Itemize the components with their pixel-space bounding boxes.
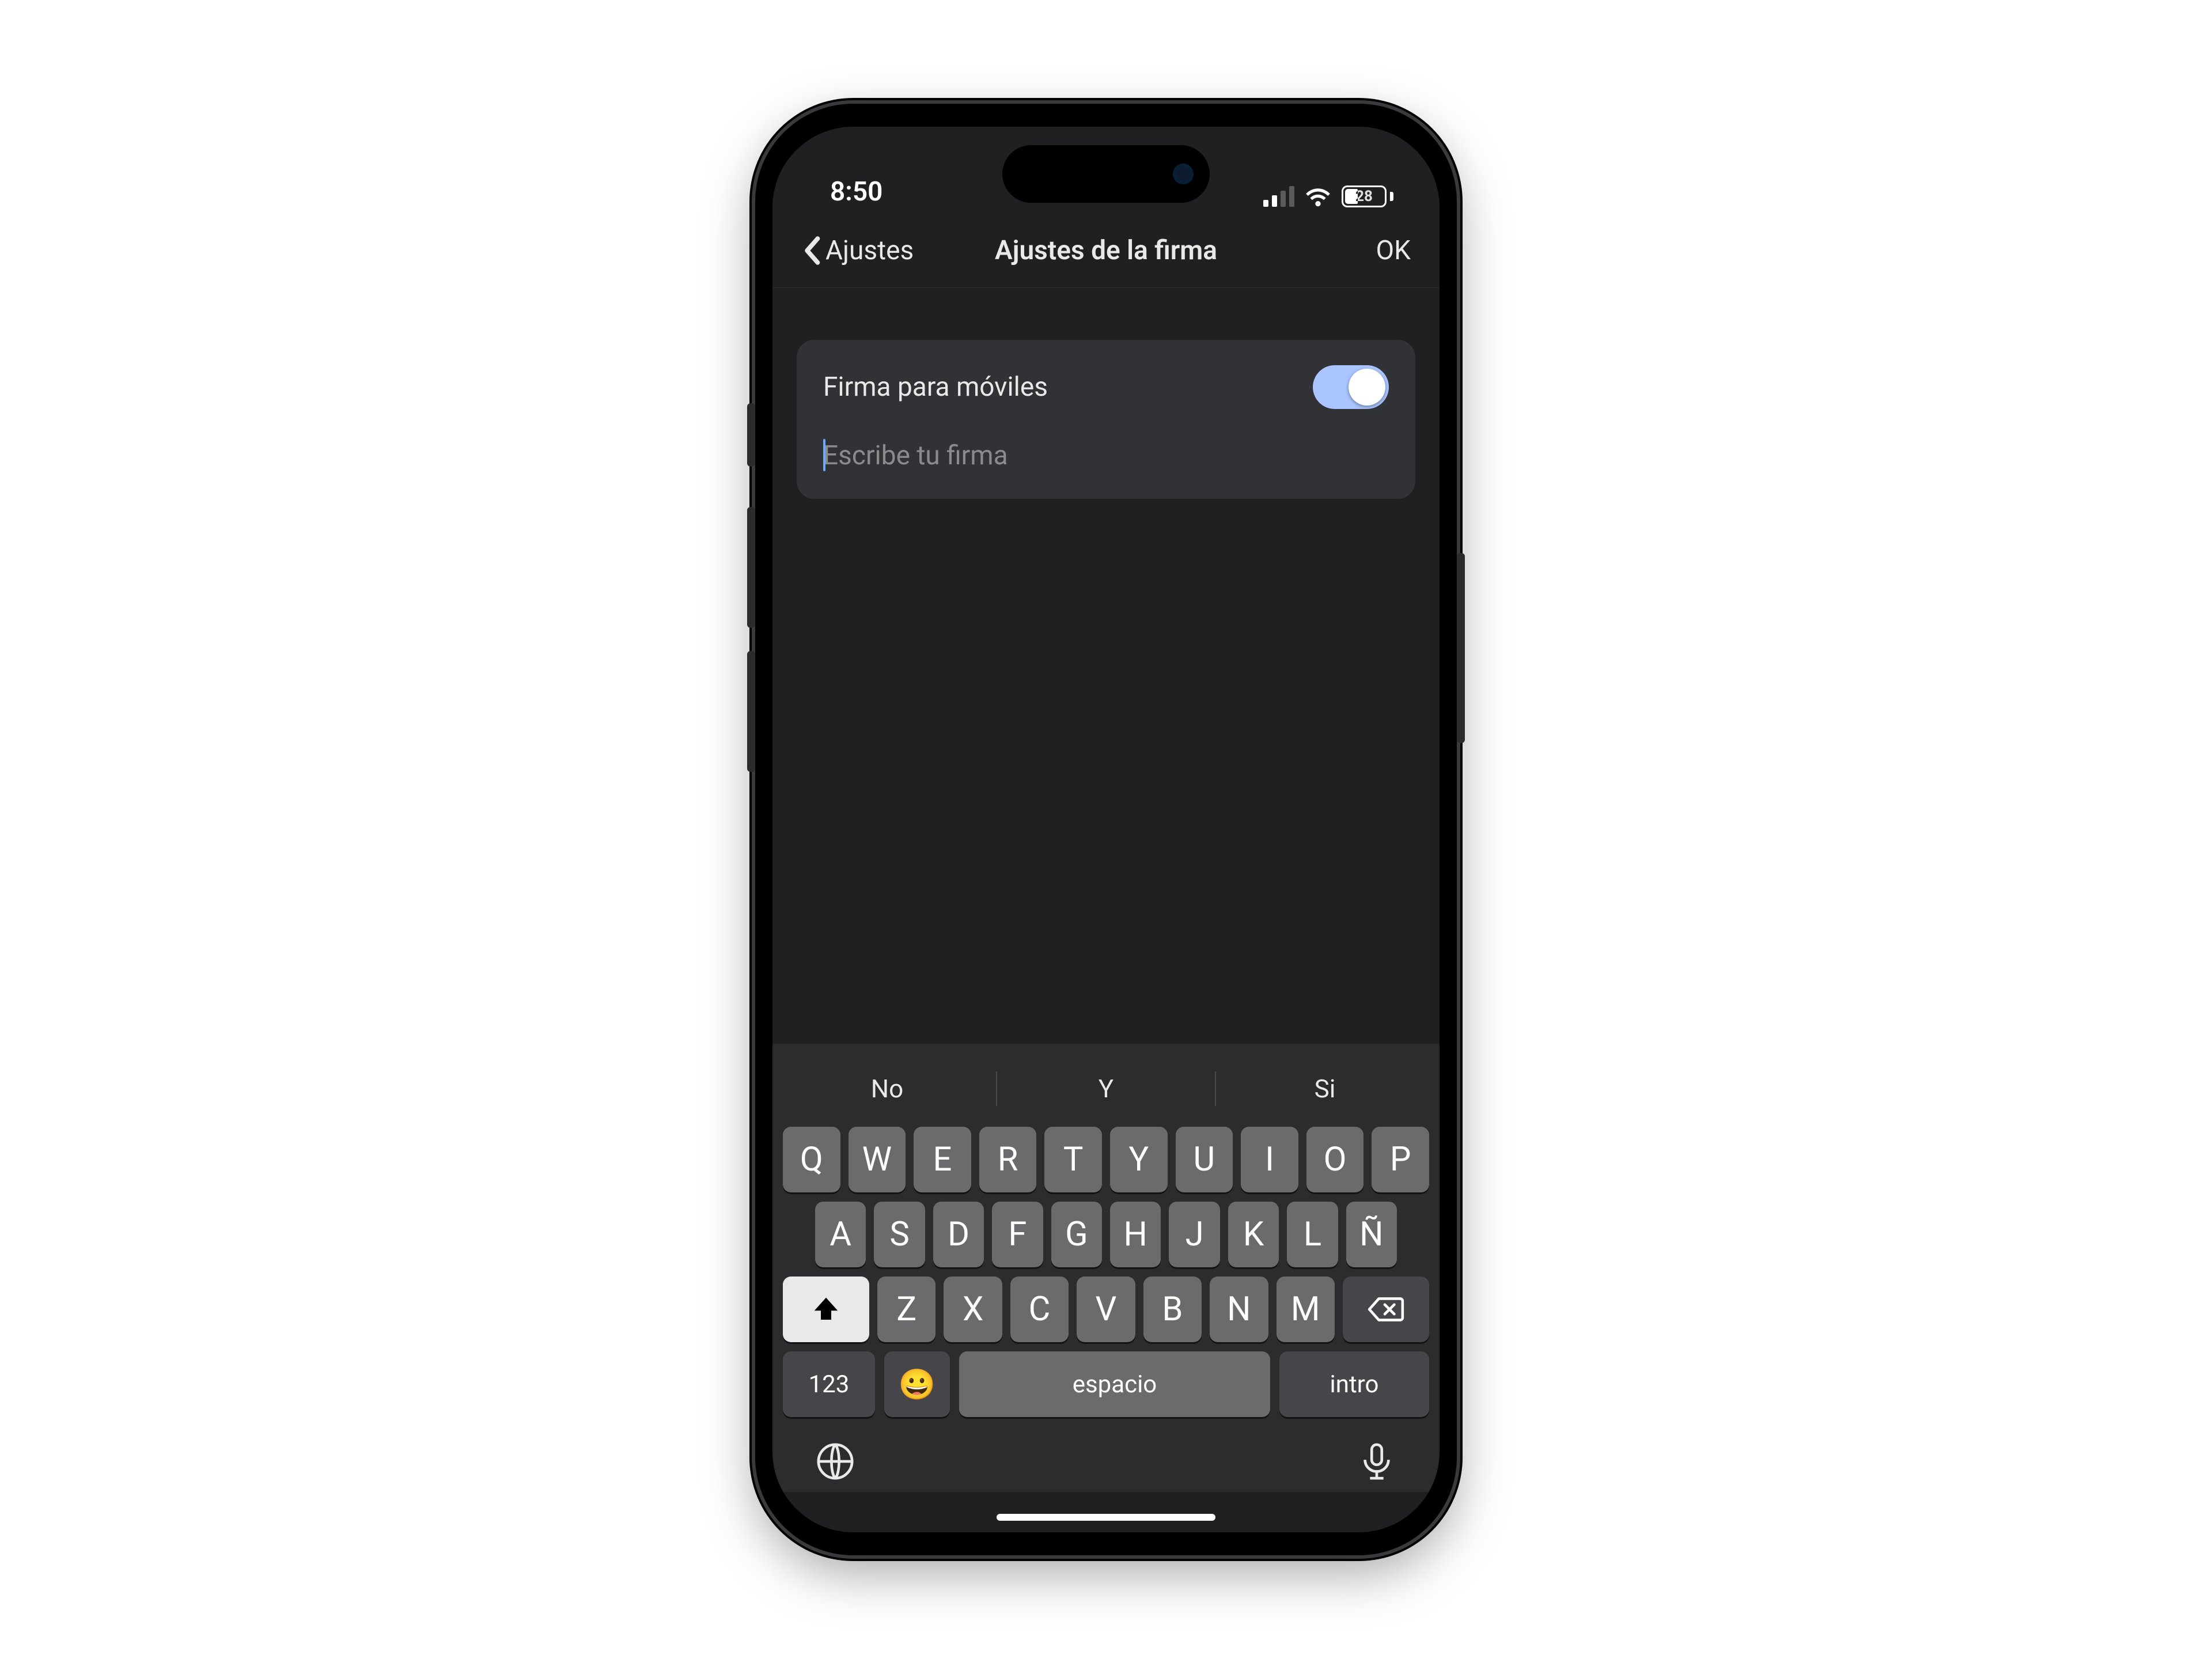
volume-down-button (747, 651, 755, 772)
nav-bar: Ajustes Ajustes de la firma OK (772, 213, 1440, 288)
key-y[interactable]: Y (1110, 1127, 1168, 1192)
suggestion-3[interactable]: Si (1216, 1074, 1434, 1104)
key-u[interactable]: U (1176, 1127, 1233, 1192)
backspace-key[interactable] (1343, 1277, 1429, 1342)
content-area: Firma para móviles Escribe tu firma (772, 288, 1440, 1044)
key-r[interactable]: R (979, 1127, 1037, 1192)
key-h[interactable]: H (1110, 1202, 1161, 1267)
battery-indicator: 28 (1342, 185, 1393, 207)
text-cursor (823, 439, 825, 471)
key-p[interactable]: P (1372, 1127, 1429, 1192)
shift-key[interactable] (783, 1277, 869, 1342)
status-time: 8:50 (830, 176, 882, 207)
power-button (1457, 553, 1465, 743)
key-i[interactable]: I (1241, 1127, 1298, 1192)
wifi-icon (1305, 186, 1331, 207)
key-e[interactable]: E (914, 1127, 971, 1192)
home-indicator[interactable] (997, 1514, 1215, 1521)
key-j[interactable]: J (1169, 1202, 1219, 1267)
key-s[interactable]: S (874, 1202, 925, 1267)
screen: 8:50 28 (772, 127, 1440, 1532)
mobile-signature-toggle[interactable] (1313, 365, 1389, 409)
keyboard: No Y Si QWERTYUIOP ASDFGHJKLÑ ZXCVBNM (772, 1044, 1440, 1532)
key-n[interactable]: N (1210, 1277, 1268, 1342)
space-key[interactable]: espacio (959, 1351, 1270, 1417)
key-w[interactable]: W (849, 1127, 906, 1192)
key-b[interactable]: B (1143, 1277, 1202, 1342)
key-l[interactable]: L (1287, 1202, 1338, 1267)
signature-card: Firma para móviles Escribe tu firma (797, 340, 1415, 499)
suggestion-2[interactable]: Y (997, 1074, 1215, 1104)
cellular-signal-icon (1263, 186, 1294, 207)
key-ñ[interactable]: Ñ (1346, 1202, 1397, 1267)
ok-button[interactable]: OK (1376, 235, 1411, 266)
volume-up-button (747, 507, 755, 628)
key-o[interactable]: O (1306, 1127, 1364, 1192)
key-v[interactable]: V (1077, 1277, 1135, 1342)
back-button[interactable]: Ajustes (801, 235, 914, 266)
suggestion-1[interactable]: No (778, 1074, 996, 1104)
globe-key[interactable] (815, 1441, 855, 1484)
signature-placeholder: Escribe tu firma (823, 440, 1389, 471)
signature-input[interactable]: Escribe tu firma (797, 434, 1415, 499)
suggestion-bar: No Y Si (778, 1055, 1434, 1122)
mobile-signature-label: Firma para móviles (823, 372, 1048, 403)
return-key[interactable]: intro (1279, 1351, 1429, 1417)
key-t[interactable]: T (1044, 1127, 1102, 1192)
key-x[interactable]: X (944, 1277, 1002, 1342)
key-a[interactable]: A (815, 1202, 866, 1267)
back-label: Ajustes (825, 235, 914, 266)
key-z[interactable]: Z (877, 1277, 935, 1342)
page-title: Ajustes de la firma (995, 235, 1217, 266)
emoji-key[interactable]: 😀 (884, 1351, 950, 1417)
numbers-key[interactable]: 123 (783, 1351, 875, 1417)
key-k[interactable]: K (1228, 1202, 1279, 1267)
dynamic-island (1002, 145, 1210, 203)
mute-switch (747, 403, 755, 467)
chevron-left-icon (801, 236, 822, 266)
key-q[interactable]: Q (783, 1127, 840, 1192)
battery-percent: 28 (1355, 188, 1373, 205)
front-camera-icon (1173, 164, 1194, 184)
key-g[interactable]: G (1051, 1202, 1102, 1267)
key-d[interactable]: D (933, 1202, 984, 1267)
key-c[interactable]: C (1010, 1277, 1069, 1342)
key-m[interactable]: M (1277, 1277, 1335, 1342)
dictation-key[interactable] (1357, 1441, 1397, 1484)
phone-frame: 8:50 28 (755, 104, 1457, 1555)
key-f[interactable]: F (992, 1202, 1043, 1267)
